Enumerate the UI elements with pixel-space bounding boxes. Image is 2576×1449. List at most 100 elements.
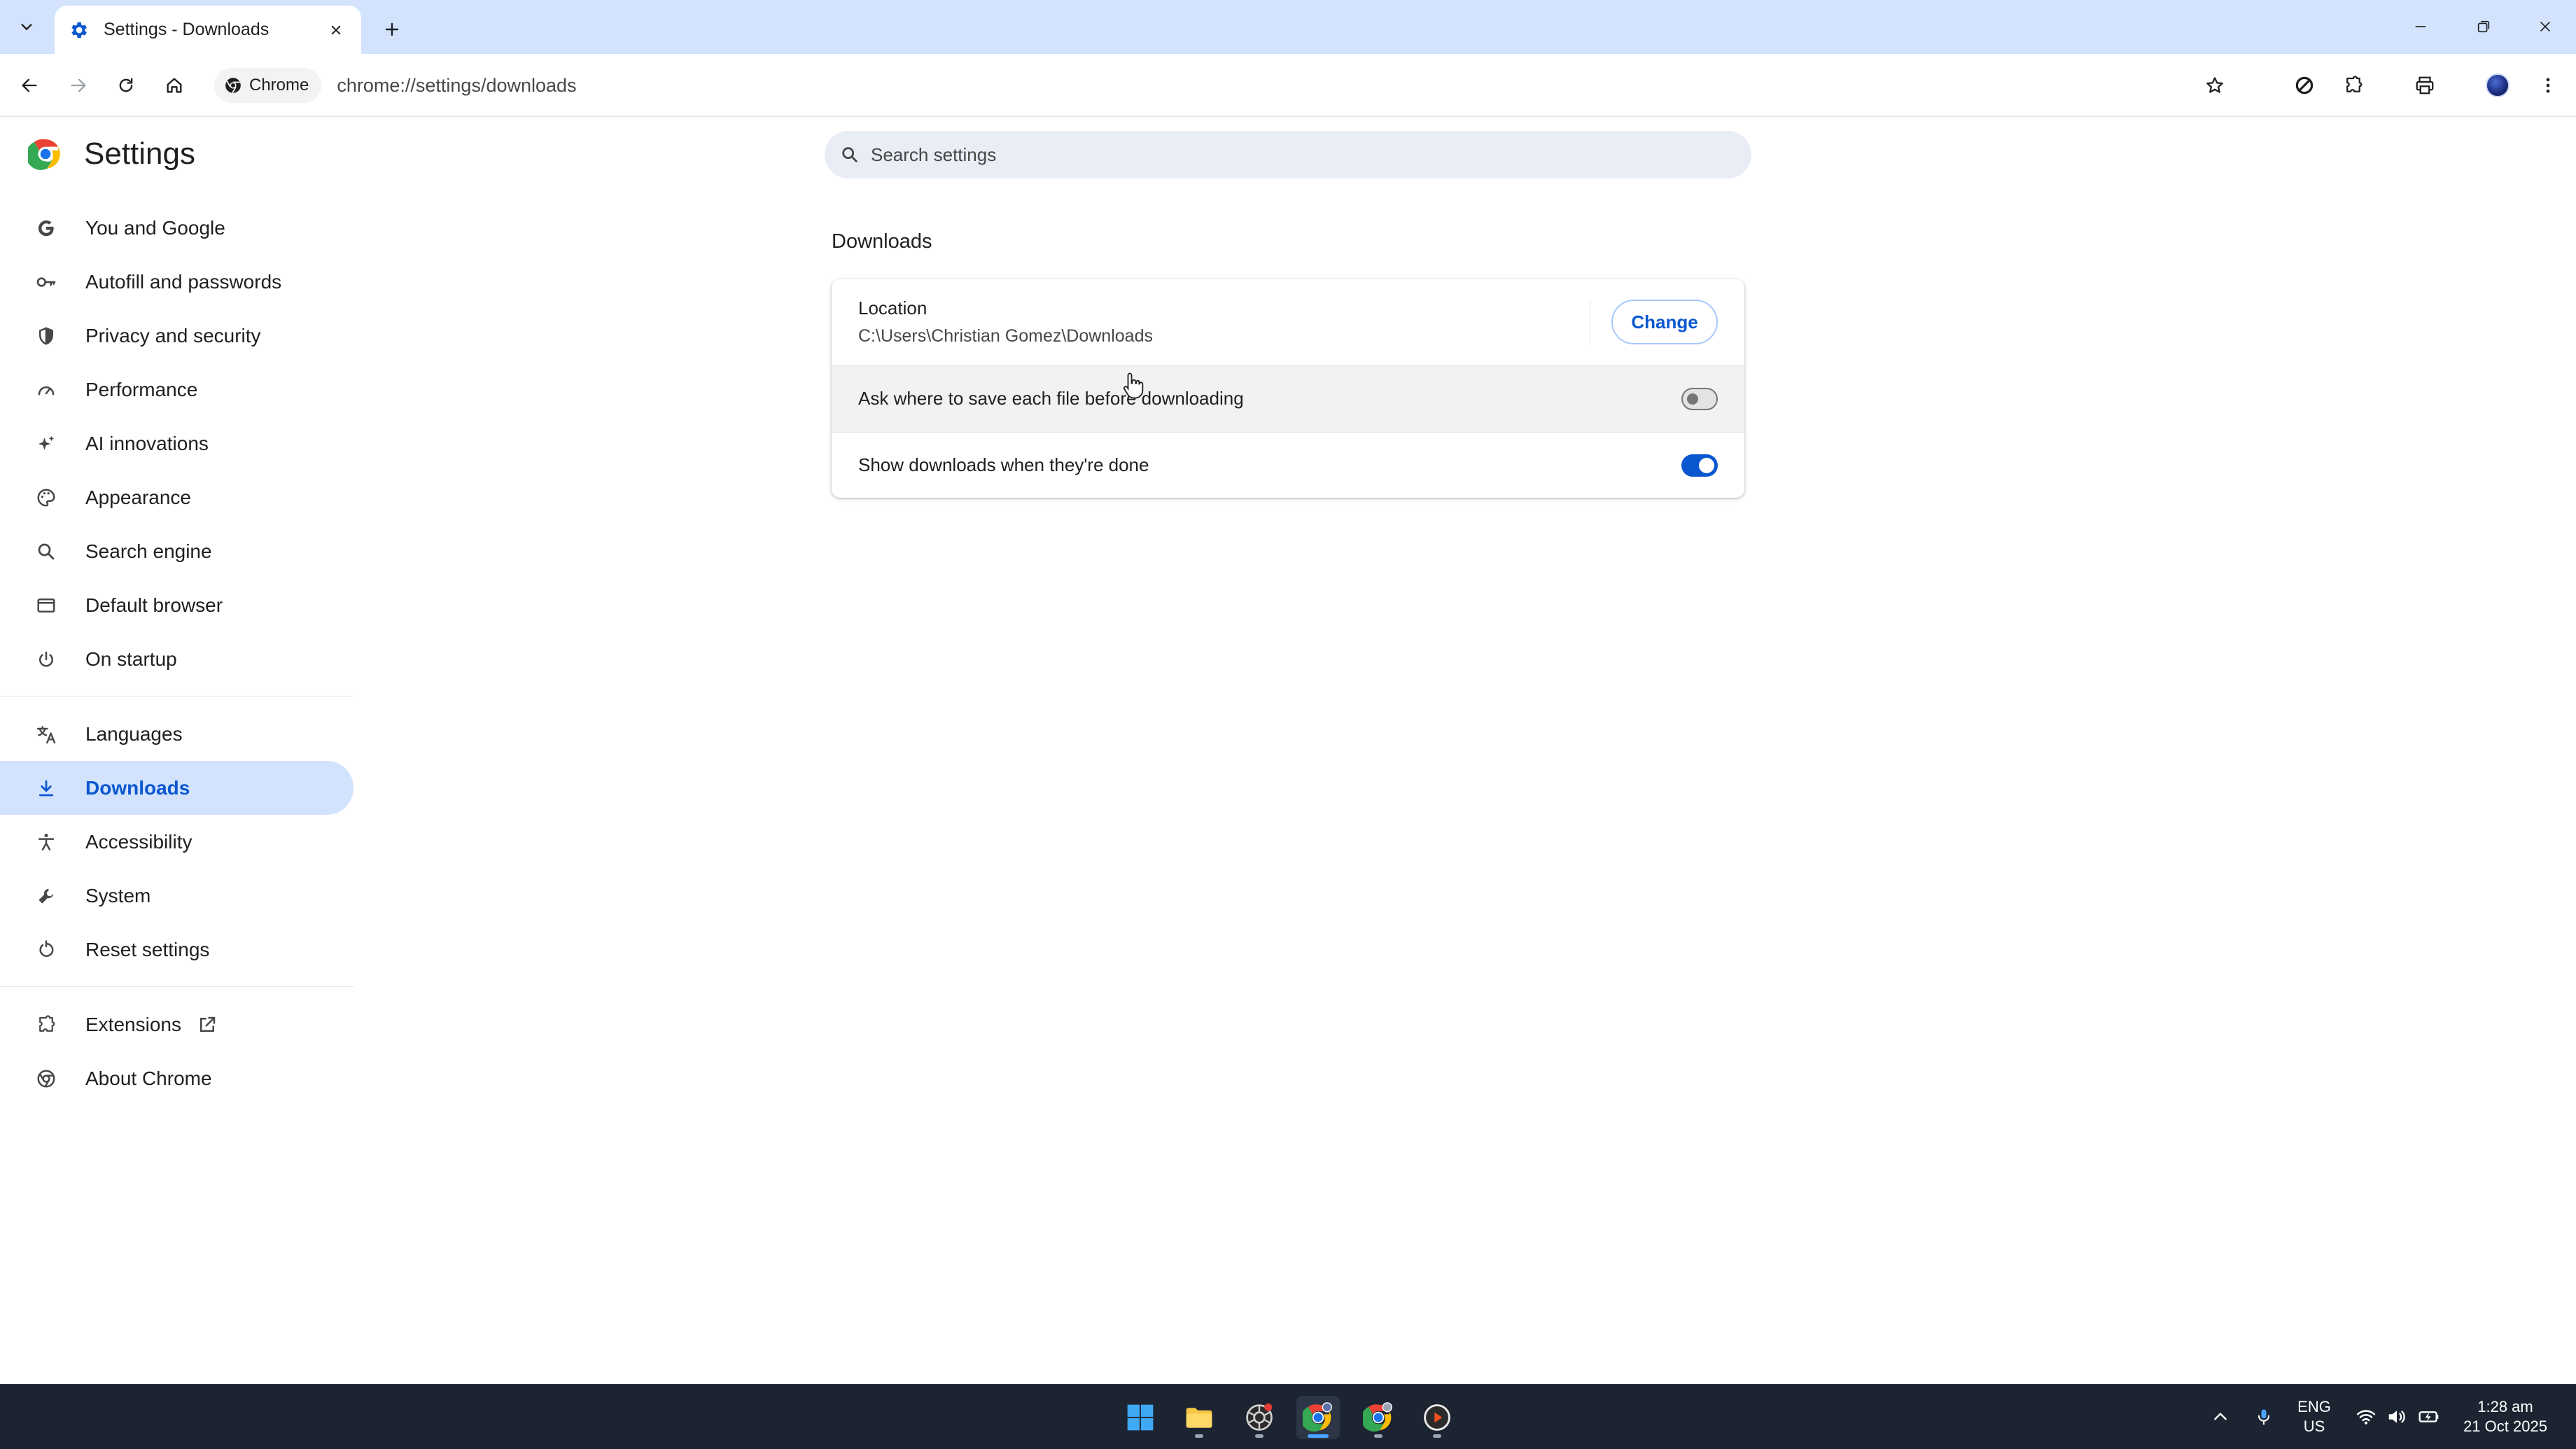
back-arrow-icon bbox=[22, 78, 37, 92]
chrome-menu-button[interactable] bbox=[2531, 69, 2565, 102]
taskbar-chrome[interactable] bbox=[1296, 1396, 1340, 1439]
sidebar-item-label: Default browser bbox=[85, 594, 223, 616]
sidebar-item-label: You and Google bbox=[85, 216, 225, 239]
sidebar-item-label: Appearance bbox=[85, 486, 192, 508]
printer-icon bbox=[2416, 76, 2434, 94]
input-language[interactable]: ENG US bbox=[2296, 1397, 2332, 1436]
sidebar-item-reset-settings[interactable]: Reset settings bbox=[0, 923, 354, 976]
more-vert-icon bbox=[2546, 78, 2550, 93]
ask-where-to-save-toggle[interactable] bbox=[1681, 387, 1718, 410]
sidebar-item-performance[interactable]: Performance bbox=[0, 363, 354, 416]
sidebar-item-label: Extensions bbox=[85, 1013, 181, 1035]
sidebar-item-label: Languages bbox=[85, 722, 183, 745]
taskbar: ENG US 1:28 am 21 Oct 2025 bbox=[0, 1384, 2576, 1449]
block-icon bbox=[2295, 76, 2314, 94]
tab-search-button[interactable] bbox=[8, 12, 45, 43]
chevron-down-icon bbox=[21, 24, 32, 30]
sidebar-item-extensions[interactable]: Extensions bbox=[0, 997, 354, 1051]
chevron-up-icon bbox=[2214, 1413, 2227, 1420]
extensions-button[interactable] bbox=[2337, 69, 2370, 102]
ask-where-to-save-row[interactable]: Ask where to save each file before downl… bbox=[832, 365, 1744, 432]
show-downloads-row[interactable]: Show downloads when they're done bbox=[832, 432, 1744, 498]
sidebar-item-search-engine[interactable]: Search engine bbox=[0, 524, 354, 578]
search-input[interactable] bbox=[871, 144, 1711, 166]
taskbar-file-explorer[interactable] bbox=[1177, 1396, 1221, 1439]
browser-toolbar: Chrome chrome://settings/downloads bbox=[0, 54, 2576, 117]
restore-button[interactable] bbox=[2463, 10, 2505, 43]
search-icon bbox=[842, 147, 858, 162]
sidebar-item-system[interactable]: System bbox=[0, 869, 354, 923]
url-text: chrome://settings/downloads bbox=[337, 74, 577, 96]
site-info-chip[interactable]: Chrome bbox=[214, 68, 322, 103]
taskbar-chrome-profile[interactable] bbox=[1357, 1396, 1400, 1439]
google-g-icon bbox=[34, 216, 59, 241]
chrome-logo-icon bbox=[225, 78, 241, 94]
sidebar-item-default-browser[interactable]: Default browser bbox=[0, 578, 354, 632]
sidebar-item-languages[interactable]: Languages bbox=[0, 707, 354, 761]
puzzle-icon bbox=[34, 1012, 59, 1037]
clock[interactable]: 1:28 am 21 Oct 2025 bbox=[2453, 1397, 2558, 1436]
avatar bbox=[2486, 74, 2510, 97]
microphone-button[interactable] bbox=[2250, 1403, 2278, 1431]
open-in-new-icon bbox=[197, 1014, 218, 1035]
sidebar-item-you-and-google[interactable]: You and Google bbox=[0, 201, 354, 255]
back-button[interactable] bbox=[13, 69, 46, 102]
sidebar-item-autofill[interactable]: Autofill and passwords bbox=[0, 255, 354, 309]
sidebar-item-downloads[interactable]: Downloads bbox=[0, 761, 354, 815]
reload-button[interactable] bbox=[109, 69, 143, 102]
change-location-button[interactable]: Change bbox=[1611, 300, 1718, 344]
sidebar-item-on-startup[interactable]: On startup bbox=[0, 632, 354, 686]
forward-arrow-icon bbox=[71, 78, 86, 92]
address-bar[interactable]: Chrome chrome://settings/downloads bbox=[210, 64, 2268, 107]
gear-icon bbox=[66, 18, 91, 43]
running-indicator bbox=[1374, 1434, 1382, 1438]
chrome-logo-icon bbox=[28, 139, 60, 170]
chrome-logo-icon bbox=[1303, 1402, 1332, 1432]
star-icon bbox=[2206, 77, 2223, 93]
settings-search[interactable] bbox=[825, 131, 1751, 178]
reset-icon bbox=[34, 937, 59, 962]
start-button[interactable] bbox=[1119, 1396, 1162, 1439]
sidebar-item-appearance[interactable]: Appearance bbox=[0, 470, 354, 524]
downloads-card: Location C:\Users\Christian Gomez\Downlo… bbox=[832, 279, 1744, 498]
minimize-button[interactable] bbox=[2400, 10, 2442, 43]
running-indicator bbox=[1255, 1434, 1264, 1438]
toggle-knob bbox=[1699, 457, 1714, 473]
ask-where-to-save-label: Ask where to save each file before downl… bbox=[858, 388, 1244, 409]
battery-icon bbox=[2418, 1411, 2439, 1422]
close-tab-icon[interactable] bbox=[323, 18, 349, 43]
close-window-button[interactable] bbox=[2524, 10, 2566, 43]
settings-page: Settings You and Google Autofill and pas… bbox=[0, 117, 2576, 1384]
bookmark-star-button[interactable] bbox=[2198, 69, 2232, 102]
volume-status[interactable] bbox=[2383, 1403, 2411, 1431]
sidebar-item-about-chrome[interactable]: About Chrome bbox=[0, 1051, 354, 1105]
print-button[interactable] bbox=[2408, 69, 2442, 102]
home-button[interactable] bbox=[158, 69, 191, 102]
wifi-icon bbox=[2356, 1410, 2376, 1424]
blocker-extension-button[interactable] bbox=[2288, 69, 2321, 102]
tab-settings-downloads[interactable]: Settings - Downloads bbox=[55, 6, 361, 54]
battery-status[interactable] bbox=[2415, 1403, 2443, 1431]
restore-icon bbox=[2477, 20, 2490, 33]
forward-button[interactable] bbox=[62, 69, 95, 102]
taskbar-app-recorder[interactable] bbox=[1238, 1396, 1281, 1439]
show-downloads-toggle[interactable] bbox=[1681, 454, 1718, 477]
sidebar-item-accessibility[interactable]: Accessibility bbox=[0, 815, 354, 869]
chrome-icon bbox=[34, 1066, 59, 1091]
page-title: Settings bbox=[84, 136, 195, 171]
wifi-status[interactable] bbox=[2352, 1403, 2380, 1431]
profile-button[interactable] bbox=[2481, 69, 2514, 102]
clock-date: 21 Oct 2025 bbox=[2463, 1418, 2547, 1435]
sidebar-item-label: Accessibility bbox=[85, 830, 192, 853]
location-path: C:\Users\Christian Gomez\Downloads bbox=[858, 326, 1153, 346]
sidebar-item-ai-innovations[interactable]: AI innovations bbox=[0, 416, 354, 470]
sidebar-item-privacy[interactable]: Privacy and security bbox=[0, 309, 354, 363]
sidebar-item-label: Reset settings bbox=[85, 938, 210, 960]
tab-title: Settings - Downloads bbox=[104, 20, 270, 39]
show-hidden-icons-button[interactable] bbox=[2206, 1403, 2234, 1431]
location-row: Location C:\Users\Christian Gomez\Downlo… bbox=[832, 279, 1744, 365]
taskbar-media-player[interactable] bbox=[1415, 1396, 1459, 1439]
new-tab-button[interactable] bbox=[377, 14, 407, 45]
lang-bottom: US bbox=[2303, 1418, 2325, 1435]
accessibility-icon bbox=[34, 830, 59, 855]
